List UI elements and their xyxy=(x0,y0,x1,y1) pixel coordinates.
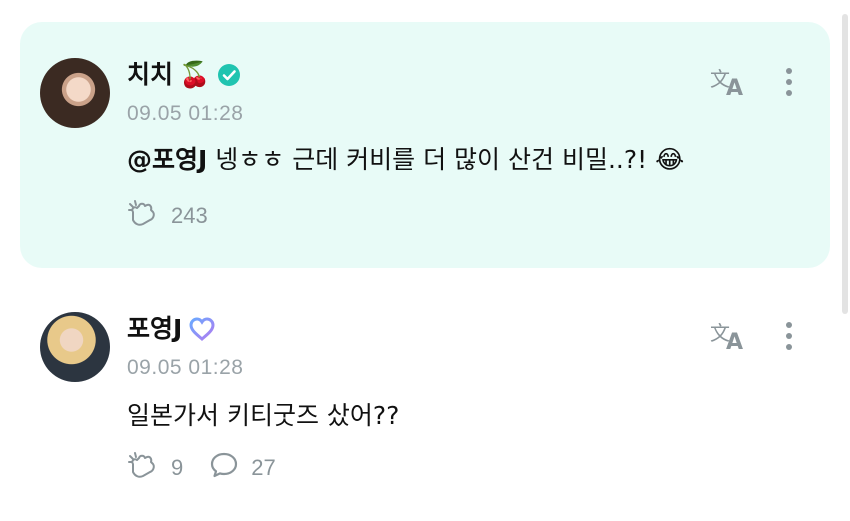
cheer-button[interactable]: 9 xyxy=(127,450,183,486)
heart-badge-icon xyxy=(188,316,216,342)
more-vertical-icon[interactable] xyxy=(784,66,794,100)
cheer-count: 243 xyxy=(171,203,208,228)
verified-check-icon xyxy=(216,62,242,88)
cherry-emoji: 🍒 xyxy=(179,60,211,89)
timestamp: 09.05 01:28 xyxy=(127,356,244,379)
comment-bubble-icon xyxy=(209,450,239,486)
timestamp: 09.05 01:28 xyxy=(127,102,244,125)
avatar[interactable] xyxy=(40,312,110,382)
cheer-hand-icon xyxy=(127,198,159,234)
author-row: 포영J xyxy=(127,312,216,346)
scrollbar[interactable] xyxy=(842,14,848,314)
svg-text:A: A xyxy=(726,330,743,352)
comment-card-highlighted: 치치 🍒 09.05 01:28 @포영J 넹ㅎㅎ 근데 커비를 더 많이 산건… xyxy=(20,22,830,268)
author-name[interactable]: 포영J xyxy=(127,312,182,346)
action-bar: 9 27 xyxy=(127,450,302,486)
author-row: 치치 🍒 xyxy=(127,58,242,92)
comment-button[interactable]: 27 xyxy=(209,450,276,486)
avatar[interactable] xyxy=(40,58,110,128)
comment-text: @포영J 넹ㅎㅎ 근데 커비를 더 많이 산건 비밀..?! 😂 xyxy=(127,140,684,176)
comment-body: 넹ㅎㅎ 근데 커비를 더 많이 산건 비밀..?! 😂 xyxy=(207,145,685,174)
comment-feed: 치치 🍒 09.05 01:28 @포영J 넹ㅎㅎ 근데 커비를 더 많이 산건… xyxy=(0,0,850,521)
translate-icon[interactable]: 文 A xyxy=(708,64,748,101)
cheer-count: 9 xyxy=(171,455,184,480)
translate-icon[interactable]: 文 A xyxy=(708,318,748,355)
action-bar: 243 xyxy=(127,198,234,234)
cheer-button[interactable]: 243 xyxy=(127,198,208,234)
mention-link[interactable]: @포영J xyxy=(127,145,207,174)
more-vertical-icon[interactable] xyxy=(784,320,794,354)
cheer-hand-icon xyxy=(127,450,159,486)
svg-text:A: A xyxy=(726,76,743,98)
author-name[interactable]: 치치 xyxy=(127,58,173,92)
comment-count: 27 xyxy=(251,455,276,480)
comment-body: 일본가서 키티굿즈 샀어?? xyxy=(127,401,400,430)
comment-card: 포영J 09.05 01:28 일본가서 키티굿즈 샀어?? 9 27 文 A xyxy=(20,296,830,506)
